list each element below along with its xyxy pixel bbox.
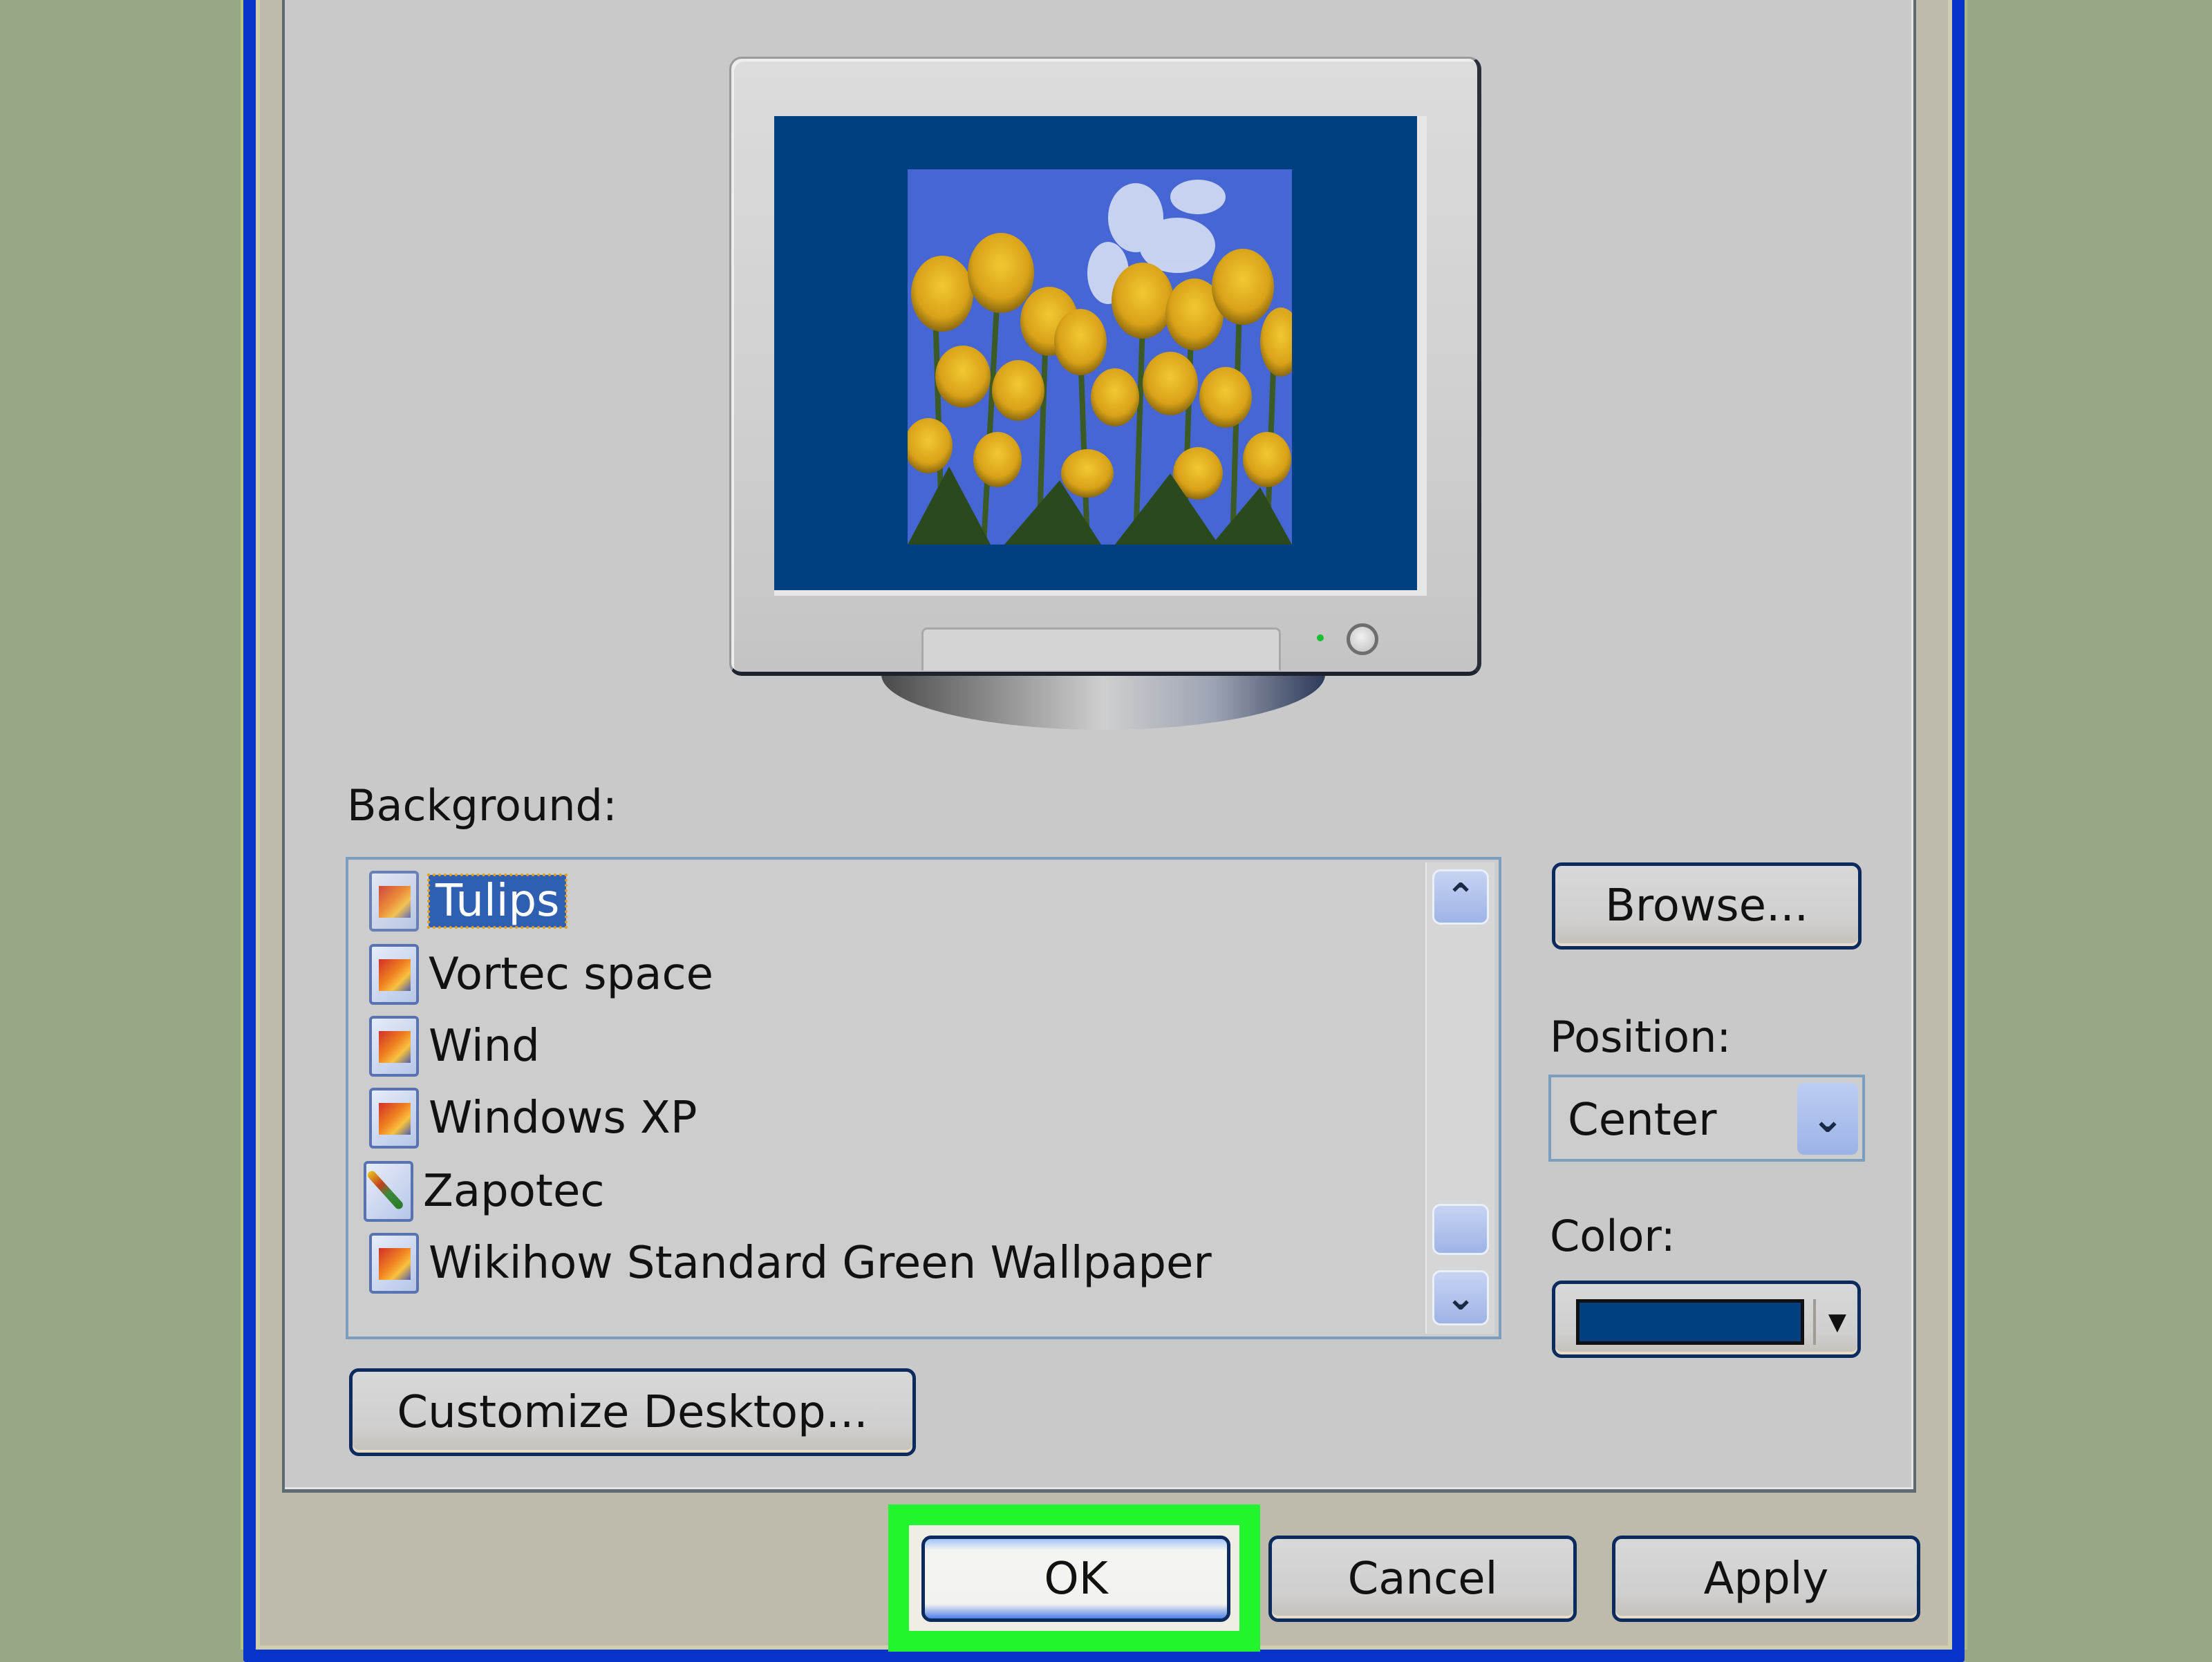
background-listbox[interactable]: Tulips Vortec space Wind Windows XP Zapo… xyxy=(346,857,1501,1339)
list-item-label: Tulips xyxy=(427,874,568,929)
color-picker-divider xyxy=(1813,1299,1816,1345)
list-item-label: Vortec space xyxy=(429,949,714,1000)
image-file-icon xyxy=(369,1088,419,1149)
list-item-wikihow-green-wallpaper[interactable]: Wikihow Standard Green Wallpaper xyxy=(369,1229,1212,1298)
position-dropdown-button[interactable]: ⌄ xyxy=(1797,1083,1858,1155)
list-item-wind[interactable]: Wind xyxy=(369,1012,540,1081)
list-item-label: Wikihow Standard Green Wallpaper xyxy=(429,1238,1212,1289)
position-selected-value: Center xyxy=(1568,1095,1717,1146)
list-item-vortec-space[interactable]: Vortec space xyxy=(369,940,713,1009)
scroll-up-button[interactable]: ⌃ xyxy=(1432,869,1489,925)
ok-button[interactable]: OK xyxy=(921,1536,1230,1622)
image-file-icon xyxy=(369,1016,419,1077)
color-swatch xyxy=(1576,1299,1804,1345)
list-item-tulips[interactable]: Tulips xyxy=(369,867,568,936)
dropdown-arrow-icon: ▼ xyxy=(1828,1308,1847,1336)
position-select[interactable]: Center ⌄ xyxy=(1548,1075,1865,1162)
image-file-icon xyxy=(369,944,419,1005)
chevron-down-icon: ⌄ xyxy=(1445,1277,1476,1319)
list-item-label: Windows XP xyxy=(429,1093,697,1144)
image-file-icon xyxy=(369,1233,419,1294)
cancel-button[interactable]: Cancel xyxy=(1268,1536,1577,1622)
color-picker-button[interactable]: ▼ xyxy=(1552,1281,1861,1358)
wallpaper-preview-image xyxy=(908,169,1292,545)
power-led-icon xyxy=(1317,634,1324,641)
tulips-image xyxy=(908,169,1292,545)
listbox-scrollbar[interactable]: ⌃ ⌄ xyxy=(1425,862,1494,1334)
list-item-windows-xp[interactable]: Windows XP xyxy=(369,1084,697,1153)
list-item-label: Zapotec xyxy=(423,1166,605,1217)
scroll-down-button[interactable]: ⌄ xyxy=(1432,1270,1489,1325)
browse-button[interactable]: Browse... xyxy=(1552,862,1862,950)
chevron-down-icon: ⌄ xyxy=(1811,1096,1844,1142)
scroll-thumb[interactable] xyxy=(1432,1204,1489,1255)
color-label: Color: xyxy=(1550,1211,1676,1261)
image-file-icon xyxy=(369,871,419,932)
power-button-icon xyxy=(1347,623,1378,655)
chevron-up-icon: ⌃ xyxy=(1445,876,1476,918)
position-label: Position: xyxy=(1550,1012,1732,1062)
paint-file-icon xyxy=(364,1161,413,1222)
customize-desktop-button[interactable]: Customize Desktop... xyxy=(349,1368,916,1456)
list-item-label: Wind xyxy=(429,1021,540,1072)
list-item-zapotec[interactable]: Zapotec xyxy=(364,1157,605,1226)
apply-button[interactable]: Apply xyxy=(1612,1536,1920,1622)
monitor-front-panel xyxy=(921,627,1281,670)
background-label: Background: xyxy=(347,780,617,831)
